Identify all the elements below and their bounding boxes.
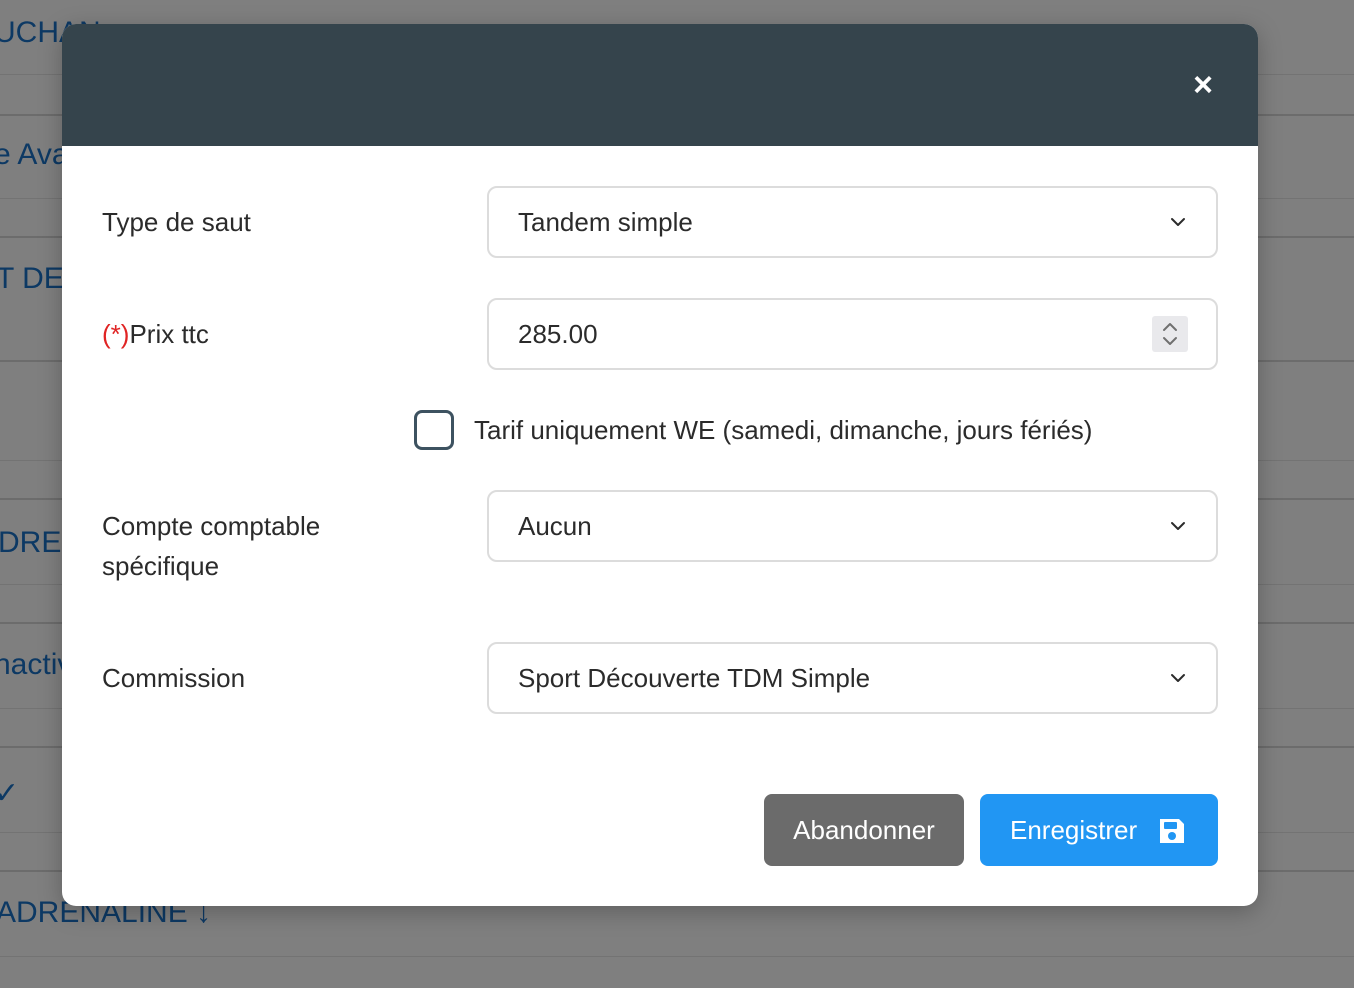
commission-label: Commission (102, 663, 246, 693)
cancel-button[interactable]: Abandonner (764, 794, 964, 866)
price-label: (*)Prix ttc (102, 314, 209, 354)
save-button-label: Enregistrer (1010, 815, 1138, 845)
weekend-tariff-checkbox[interactable] (414, 410, 454, 450)
number-stepper[interactable] (1152, 316, 1188, 352)
close-button[interactable]: × (1186, 68, 1220, 102)
jump-type-label: Type de saut (102, 207, 251, 237)
stepper-arrows-icon (1163, 323, 1177, 345)
chevron-down-icon (1171, 674, 1185, 682)
price-input[interactable]: 285.00 (487, 298, 1218, 370)
price-value: 285.00 (518, 319, 598, 349)
commission-value: Sport Découverte TDM Simple (518, 663, 871, 693)
account-value: Aucun (518, 511, 592, 541)
price-label-text: Prix ttc (129, 319, 209, 349)
account-label-line1: Compte comptable (102, 511, 321, 541)
account-label-line2: spécifique (102, 551, 220, 581)
modal-header: × (62, 24, 1258, 146)
price-modal: × Type de saut Tandem simple (*)Prix ttc… (62, 24, 1258, 906)
save-button[interactable]: Enregistrer (980, 794, 1218, 866)
chevron-down-icon (1171, 522, 1185, 530)
floppy-disk-icon (1160, 819, 1184, 843)
commission-select[interactable]: Sport Découverte TDM Simple (487, 642, 1218, 714)
jump-type-select[interactable]: Tandem simple (487, 186, 1218, 258)
required-marker: (*) (102, 319, 130, 349)
jump-type-value: Tandem simple (518, 207, 693, 237)
account-select[interactable]: Aucun (487, 490, 1218, 562)
chevron-down-icon (1171, 218, 1185, 226)
weekend-tariff-label[interactable]: Tarif uniquement WE (samedi, dimanche, j… (474, 410, 1092, 450)
account-label: Compte comptable spécifique (102, 506, 320, 586)
